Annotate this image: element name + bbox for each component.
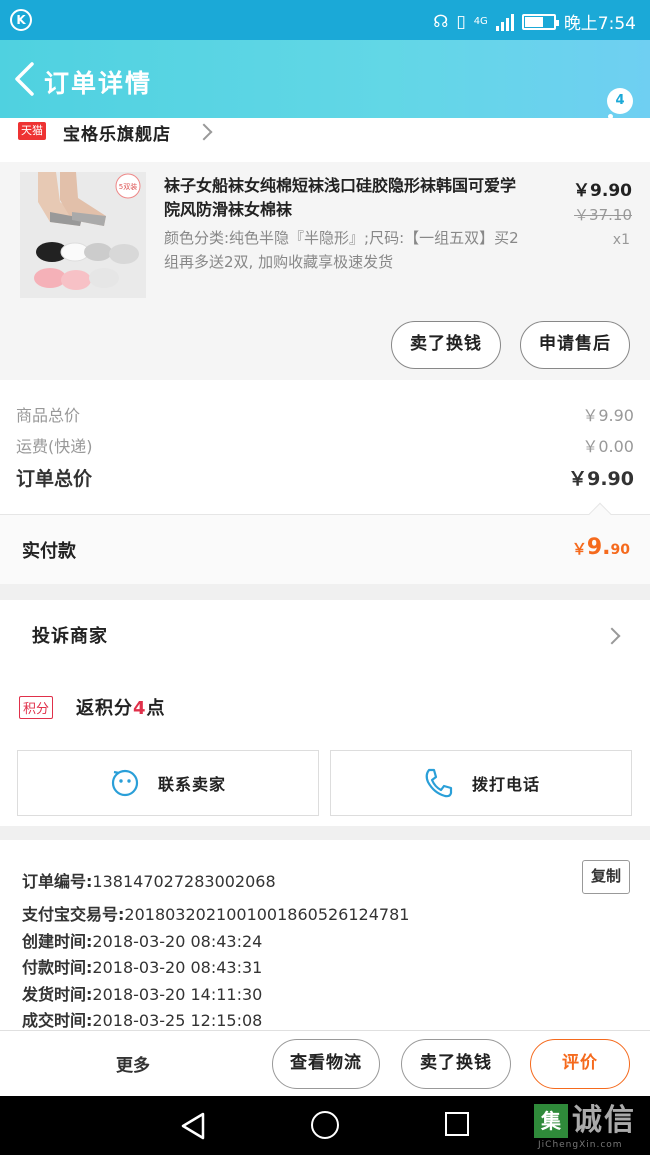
created-time: 创建时间:2018-03-20 08:43:24 xyxy=(22,932,263,951)
store-name[interactable]: 宝格乐旗舰店 xyxy=(63,120,171,145)
resell-action-button[interactable]: 卖了换钱 xyxy=(401,1039,511,1089)
thumb-badge: 5双装 xyxy=(119,182,137,191)
page-title: 订单详情 xyxy=(44,69,153,98)
shipping-label: 运费(快递) xyxy=(16,437,93,456)
battery-icon xyxy=(521,13,559,30)
contact-seller-label: 联系卖家 xyxy=(157,775,226,794)
product-title[interactable]: 袜子女船袜女纯棉短袜浅口硅胶隐形袜韩国可爱学院风防滑袜女棉袜 xyxy=(164,174,524,222)
price-summary: 商品总价 ￥9.90 运费(快递) ￥0.00 订单总价 ￥9.90 xyxy=(0,380,650,514)
watermark-url: JiChengXin.com xyxy=(538,1140,623,1150)
phone-icon xyxy=(425,768,453,798)
product-item[interactable]: 5双装 袜子女船袜女纯棉短袜浅口硅胶隐形袜韩国可爱学院风防滑袜女棉袜 颜色分类:… xyxy=(0,162,650,380)
nav-recent-apps-icon[interactable] xyxy=(445,1112,469,1136)
order-total-label: 订单总价 xyxy=(16,468,93,490)
points-tag: 积分 xyxy=(19,696,54,719)
points-reward: 返积分4点 xyxy=(76,698,166,719)
nav-header: 订单详情 4 xyxy=(0,40,650,129)
headphone-icon: ☊ xyxy=(433,11,449,32)
amount-paid-label: 实付款 xyxy=(22,541,76,562)
chevron-right-icon xyxy=(195,123,213,141)
shipping-value: ￥0.00 xyxy=(582,437,634,456)
resell-button[interactable]: 卖了换钱 xyxy=(391,321,501,369)
after-sales-button[interactable]: 申请售后 xyxy=(520,321,630,369)
status-bar: K ☊ ▯ 4G 晚上7:54 xyxy=(0,0,650,40)
watermark-logo: 集 诚信 xyxy=(534,1104,636,1138)
chat-face-icon xyxy=(111,769,139,797)
alipay-trade-number: 支付宝交易号:2018032021001001860526124781 xyxy=(22,905,410,924)
chevron-right-icon[interactable] xyxy=(603,627,621,645)
app-k-icon: K xyxy=(10,9,32,31)
clock: 晚上7:54 xyxy=(563,14,636,34)
tmall-logo-icon: 天猫 xyxy=(18,122,46,140)
back-arrow-icon[interactable] xyxy=(12,62,38,96)
copy-button[interactable]: 复制 xyxy=(582,860,630,894)
amount-paid-row: 实付款 ￥9.90 xyxy=(0,502,650,584)
order-total-value: ￥9.90 xyxy=(568,468,634,490)
system-nav-bar: 集 诚信 JiChengXin.com xyxy=(0,1096,650,1155)
more-button[interactable]: 更多 xyxy=(116,1051,150,1076)
order-info: 订单编号:138147027283002068 复制 支付宝交易号:201803… xyxy=(0,840,650,1030)
call-button[interactable]: 拨打电话 xyxy=(330,750,632,816)
completed-time: 成交时间:2018-03-25 12:15:08 xyxy=(22,1011,263,1030)
network-type: 4G xyxy=(473,16,488,27)
product-thumbnail[interactable]: 5双装 xyxy=(20,172,146,298)
review-button[interactable]: 评价 xyxy=(530,1039,630,1089)
contact-seller-button[interactable]: 联系卖家 xyxy=(17,750,319,816)
product-price: ￥9.90 xyxy=(573,181,632,201)
product-original-price: ￥37.10 xyxy=(574,206,632,224)
call-label: 拨打电话 xyxy=(471,775,540,794)
complain-seller-link[interactable]: 投诉商家 xyxy=(32,622,108,648)
nav-home-icon[interactable] xyxy=(311,1111,339,1139)
signal-icon xyxy=(495,13,514,31)
paid-time: 付款时间:2018-03-20 08:43:31 xyxy=(22,958,263,977)
product-quantity: x1 xyxy=(612,232,630,248)
amount-paid-value: ￥9.90 xyxy=(571,535,630,560)
view-logistics-button[interactable]: 查看物流 xyxy=(272,1039,380,1089)
status-icons: ☊ ▯ 4G 晚上7:54 xyxy=(433,9,636,35)
vibrate-icon: ▯ xyxy=(456,11,466,32)
action-bar: 更多 查看物流 卖了换钱 评价 xyxy=(0,1030,650,1096)
shipped-time: 发货时间:2018-03-20 14:11:30 xyxy=(22,985,263,1004)
message-count-badge[interactable]: 4 xyxy=(607,88,633,114)
store-row[interactable]: 天猫 宝格乐旗舰店 xyxy=(0,118,650,162)
items-total-label: 商品总价 xyxy=(16,406,81,425)
service-block: 投诉商家 积分 返积分4点 联系卖家 拨打电话 xyxy=(0,600,650,826)
items-total-value: ￥9.90 xyxy=(582,406,634,425)
nav-back-icon[interactable] xyxy=(180,1112,206,1140)
product-sku: 颜色分类:纯色半隐『半隐形』;尺码:【一组五双】买2组再多送2双, 加购收藏享极… xyxy=(164,229,519,271)
order-number: 订单编号:138147027283002068 xyxy=(22,872,276,891)
